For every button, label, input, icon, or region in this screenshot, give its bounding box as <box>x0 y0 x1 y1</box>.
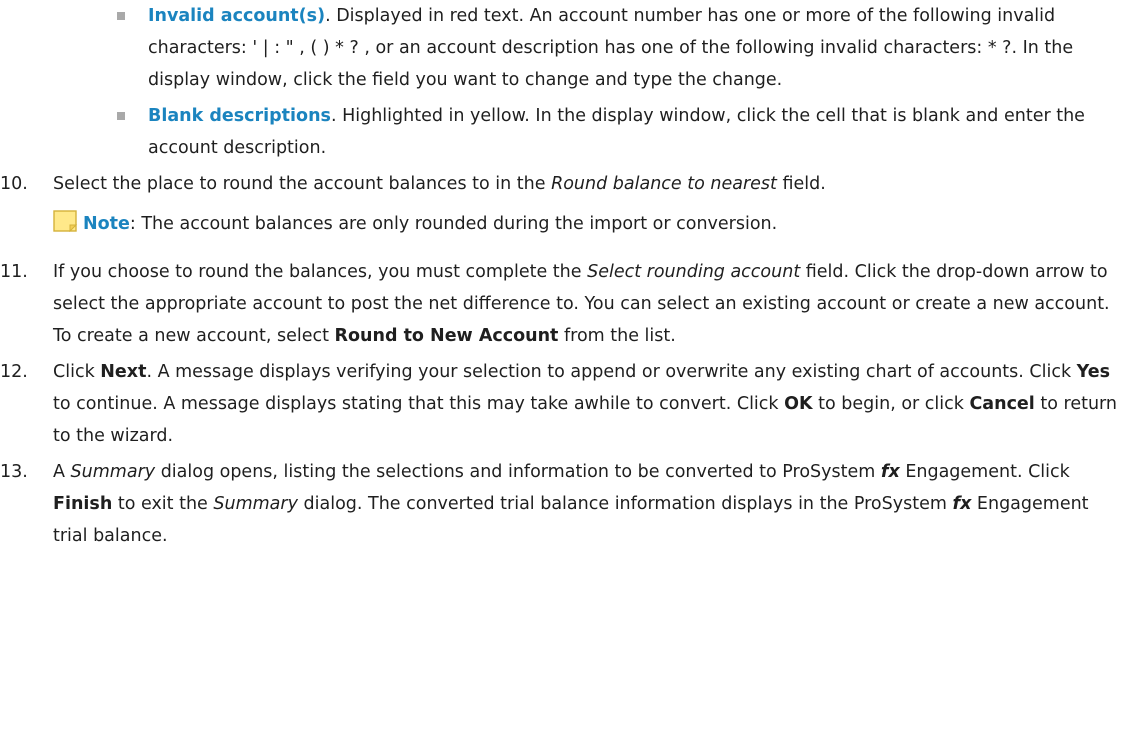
step-number: 13. <box>0 462 28 482</box>
step-number: 10. <box>0 174 28 194</box>
step-13-text: dialog opens, listing the selections and… <box>155 462 881 482</box>
round-balance-field-name: Round balance to nearest <box>551 174 777 194</box>
summary-dialog-name: Summary <box>70 462 156 482</box>
step-12-text: to begin, or click <box>812 394 970 414</box>
square-bullet-icon <box>117 12 125 20</box>
step-13-text: dialog. The converted trial balance info… <box>297 494 953 514</box>
step-12-text: to continue. A message displays stating … <box>53 394 785 414</box>
step-13-text: A <box>53 462 71 482</box>
note-icon <box>53 210 77 232</box>
step-13-text: to exit the <box>112 494 214 514</box>
next-label: Next <box>100 362 147 382</box>
invalid-items-list: Invalid account(s). Displayed in red tex… <box>0 0 1142 164</box>
blank-descriptions-term: Blank descriptions <box>148 106 331 126</box>
note-box: Note: The account balances are only roun… <box>53 208 1126 240</box>
steps-list: 10. Select the place to round the accoun… <box>0 168 1142 552</box>
invalid-accounts-term: Invalid account(s) <box>148 6 326 26</box>
rounding-account-field-name: Select rounding account <box>587 262 801 282</box>
fx-brand: fx <box>880 462 900 482</box>
step-10: 10. Select the place to round the accoun… <box>0 168 1126 240</box>
summary-dialog-name: Summary <box>213 494 298 514</box>
list-item-invalid-accounts: Invalid account(s). Displayed in red tex… <box>117 0 1118 96</box>
step-11: 11. If you choose to round the balances,… <box>0 256 1126 352</box>
step-12-text: Click <box>53 362 101 382</box>
yes-label: Yes <box>1076 362 1111 382</box>
step-13-text: Engagement. Click <box>899 462 1070 482</box>
step-11-text-before: If you choose to round the balances, you… <box>53 262 588 282</box>
square-bullet-icon <box>117 112 125 120</box>
fx-brand: fx <box>952 494 972 514</box>
note-text: : The account balances are only rounded … <box>129 214 778 234</box>
cancel-label: Cancel <box>969 394 1035 414</box>
step-number: 12. <box>0 362 28 382</box>
step-12-text: . A message displays verifying your sele… <box>146 362 1077 382</box>
step-13: 13. A Summary dialog opens, listing the … <box>0 456 1126 552</box>
round-to-new-account-label: Round to New Account <box>334 326 559 346</box>
step-11-text-after: from the list. <box>558 326 676 346</box>
list-item-blank-descriptions: Blank descriptions. Highlighted in yello… <box>117 100 1118 164</box>
step-12: 12. Click Next. A message displays verif… <box>0 356 1126 452</box>
step-10-text-after: field. <box>776 174 826 194</box>
document-content: Invalid account(s). Displayed in red tex… <box>0 0 1142 552</box>
note-label: Note <box>83 214 130 234</box>
step-number: 11. <box>0 262 28 282</box>
finish-label: Finish <box>53 494 113 514</box>
ok-label: OK <box>784 394 813 414</box>
step-10-text-before: Select the place to round the account ba… <box>53 174 552 194</box>
